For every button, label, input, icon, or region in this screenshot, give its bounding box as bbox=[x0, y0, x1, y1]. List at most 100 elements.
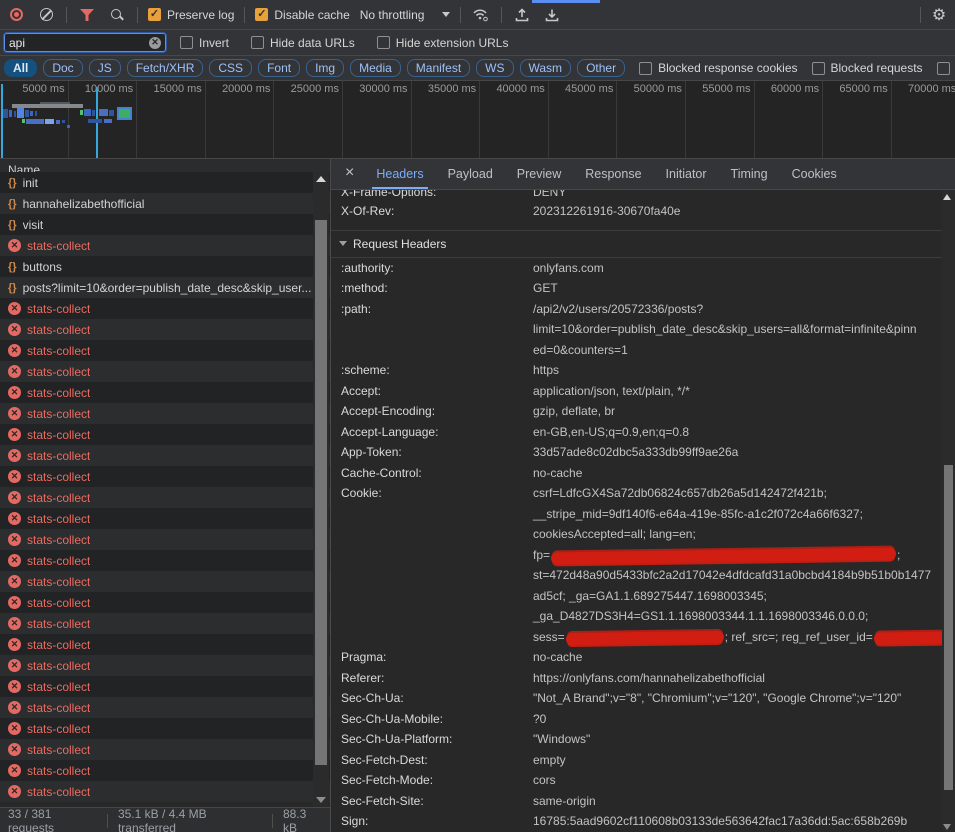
request-row[interactable]: ✕stats-collect bbox=[0, 424, 330, 445]
request-row[interactable]: ✕stats-collect bbox=[0, 781, 330, 802]
filter-pill-fetch-xhr[interactable]: Fetch/XHR bbox=[127, 59, 204, 77]
request-row[interactable]: {}buttons bbox=[0, 256, 330, 277]
header-value-text: ; ref_src=; reg_ref_user_id= bbox=[725, 630, 873, 644]
scroll-up-icon[interactable] bbox=[943, 194, 951, 200]
scrollbar-thumb[interactable] bbox=[315, 220, 327, 765]
header-name: Sec-Fetch-Dest: bbox=[341, 750, 533, 771]
request-row[interactable]: ✕stats-collect bbox=[0, 592, 330, 613]
network-overview-timeline[interactable]: 5000 ms10000 ms15000 ms20000 ms25000 ms3… bbox=[0, 81, 955, 159]
filter-pill-ws[interactable]: WS bbox=[476, 59, 513, 77]
request-list-scrollbar[interactable] bbox=[313, 172, 329, 807]
request-row[interactable]: ✕stats-collect bbox=[0, 739, 330, 760]
request-row[interactable]: ✕stats-collect bbox=[0, 655, 330, 676]
request-row[interactable]: ✕stats-collect bbox=[0, 718, 330, 739]
request-row[interactable]: {}init bbox=[0, 172, 330, 193]
request-row[interactable]: ✕stats-collect bbox=[0, 676, 330, 697]
header-value-line: cors bbox=[533, 770, 942, 791]
filter-pill-doc[interactable]: Doc bbox=[43, 59, 82, 77]
header-value-text: 202312261916-30670fa40e bbox=[533, 204, 680, 218]
request-row[interactable]: ✕stats-collect bbox=[0, 487, 330, 508]
checkbox-hide-extension-urls[interactable]: Hide extension URLs bbox=[377, 36, 509, 50]
request-row[interactable]: {}hannahelizabethofficial bbox=[0, 193, 330, 214]
waterfall-bar bbox=[96, 87, 98, 159]
request-row[interactable]: ✕stats-collect bbox=[0, 760, 330, 781]
request-row[interactable]: ✕stats-collect bbox=[0, 319, 330, 340]
checkbox-3rd-party-requests[interactable]: 3rd-party requests bbox=[937, 61, 955, 75]
tab-cookies[interactable]: Cookies bbox=[780, 159, 849, 189]
header-value: "Not_A Brand";v="8", "Chromium";v="120",… bbox=[533, 688, 942, 709]
request-row[interactable]: ✕stats-collect bbox=[0, 235, 330, 256]
tab-response[interactable]: Response bbox=[573, 159, 653, 189]
request-row[interactable]: ✕stats-collect bbox=[0, 361, 330, 382]
filter-icon[interactable] bbox=[77, 5, 97, 25]
tab-initiator[interactable]: Initiator bbox=[654, 159, 719, 189]
tab-headers[interactable]: Headers bbox=[364, 159, 435, 189]
scroll-down-icon[interactable] bbox=[943, 824, 951, 830]
request-name: stats-collect bbox=[27, 617, 90, 631]
toolbar-divider bbox=[920, 7, 921, 23]
filter-pill-js[interactable]: JS bbox=[89, 59, 121, 77]
header-row: Sec-Ch-Ua:"Not_A Brand";v="8", "Chromium… bbox=[331, 688, 942, 709]
settings-gear-icon[interactable]: ⚙ bbox=[929, 5, 949, 25]
request-row-selected[interactable]: {}posts?limit=10&order=publish_date_desc… bbox=[0, 277, 330, 298]
request-row[interactable]: ✕stats-collect bbox=[0, 403, 330, 424]
request-row[interactable]: {}visit bbox=[0, 214, 330, 235]
checkbox-unchecked-icon bbox=[937, 62, 950, 75]
filter-input[interactable] bbox=[9, 36, 145, 50]
clear-filter-icon[interactable]: ✕ bbox=[149, 37, 161, 49]
close-icon[interactable]: × bbox=[339, 164, 364, 184]
checkbox-invert[interactable]: Invert bbox=[180, 36, 229, 50]
request-row[interactable]: ✕stats-collect bbox=[0, 613, 330, 634]
filter-pill-font[interactable]: Font bbox=[258, 59, 300, 77]
request-row[interactable]: ✕stats-collect bbox=[0, 550, 330, 571]
request-row[interactable]: ✕stats-collect bbox=[0, 382, 330, 403]
header-value-text: "Windows" bbox=[533, 732, 590, 746]
request-row[interactable]: ✕stats-collect bbox=[0, 445, 330, 466]
tab-preview[interactable]: Preview bbox=[505, 159, 573, 189]
request-row[interactable]: ✕stats-collect bbox=[0, 571, 330, 592]
filter-pill-css[interactable]: CSS bbox=[209, 59, 252, 77]
network-conditions-icon[interactable] bbox=[471, 5, 491, 25]
filter-pill-wasm[interactable]: Wasm bbox=[520, 59, 572, 77]
error-icon: ✕ bbox=[8, 680, 21, 693]
filter-pill-other[interactable]: Other bbox=[577, 59, 625, 77]
header-value: gzip, deflate, br bbox=[533, 401, 942, 422]
request-row[interactable]: ✕stats-collect bbox=[0, 466, 330, 487]
request-row[interactable]: ✕stats-collect bbox=[0, 529, 330, 550]
details-scrollbar[interactable] bbox=[942, 190, 955, 832]
filter-pill-media[interactable]: Media bbox=[350, 59, 401, 77]
error-icon: ✕ bbox=[8, 533, 21, 546]
filter-pill-img[interactable]: Img bbox=[306, 59, 344, 77]
request-row[interactable]: ✕stats-collect bbox=[0, 508, 330, 529]
disable-cache-checkbox[interactable]: ✓ Disable cache bbox=[255, 8, 349, 22]
filter-pill-manifest[interactable]: Manifest bbox=[407, 59, 470, 77]
clear-button[interactable] bbox=[36, 5, 56, 25]
checkbox-label: Invert bbox=[199, 36, 229, 50]
request-headers-section[interactable]: Request Headers bbox=[331, 230, 942, 258]
checkbox-unchecked-icon bbox=[377, 36, 390, 49]
header-name: Accept-Encoding: bbox=[341, 401, 533, 422]
throttling-dropdown[interactable]: No throttling bbox=[360, 8, 451, 22]
tab-timing[interactable]: Timing bbox=[719, 159, 780, 189]
record-button[interactable] bbox=[6, 5, 26, 25]
request-row[interactable]: ✕stats-collect bbox=[0, 298, 330, 319]
import-har-icon[interactable] bbox=[512, 5, 532, 25]
header-value: ?0 bbox=[533, 709, 942, 730]
scrollbar-thumb[interactable] bbox=[944, 465, 953, 790]
scroll-up-icon[interactable] bbox=[316, 176, 326, 182]
checkbox-hide-data-urls[interactable]: Hide data URLs bbox=[251, 36, 355, 50]
preserve-log-checkbox[interactable]: ✓ Preserve log bbox=[148, 8, 234, 22]
clipped-header-row: X-Frame-Options: DENY bbox=[331, 190, 942, 201]
request-row[interactable]: ✕stats-collect bbox=[0, 340, 330, 361]
request-row[interactable]: ✕stats-collect bbox=[0, 697, 330, 718]
scroll-down-icon[interactable] bbox=[316, 797, 326, 803]
checkbox-blocked-requests[interactable]: Blocked requests bbox=[812, 61, 923, 75]
export-har-icon[interactable] bbox=[542, 5, 562, 25]
search-icon[interactable] bbox=[107, 5, 127, 25]
redaction-scribble bbox=[551, 548, 896, 565]
checkbox-blocked-response-cookies[interactable]: Blocked response cookies bbox=[639, 61, 797, 75]
header-value-text: limit=10&order=publish_date_desc&skip_us… bbox=[533, 322, 917, 336]
filter-pill-all[interactable]: All bbox=[4, 59, 37, 77]
request-row[interactable]: ✕stats-collect bbox=[0, 634, 330, 655]
tab-payload[interactable]: Payload bbox=[436, 159, 505, 189]
